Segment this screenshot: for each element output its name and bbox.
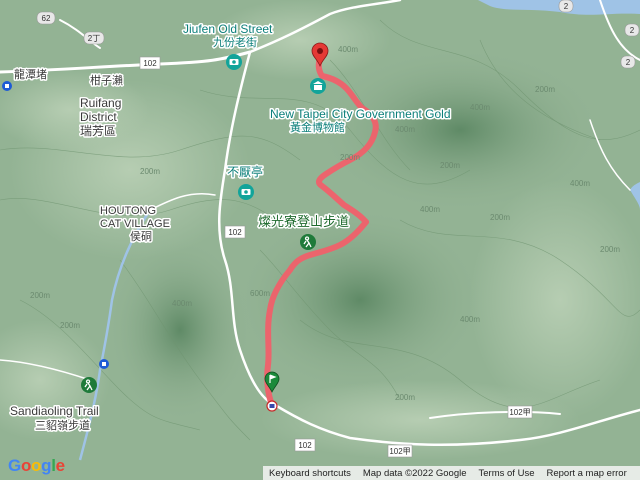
road-shield: 102甲: [507, 405, 533, 419]
map-canvas[interactable]: 62 2丁 102 102 102 102甲 102甲 2 2 2 400m 2…: [0, 0, 640, 480]
road-shield: 102: [224, 225, 246, 239]
place-label-museum-zh[interactable]: 黃金博物館: [289, 119, 347, 136]
road-shield: 2: [624, 23, 640, 37]
road-number: 102: [298, 441, 312, 450]
place-label-ganzilai[interactable]: 柑子瀨: [89, 72, 125, 89]
road-number: 2丁: [88, 34, 100, 43]
place-label-houtong[interactable]: HOUTONG: [99, 204, 158, 219]
road-shield: 2: [558, 0, 574, 13]
place-label-ruifang-zh[interactable]: 瑞芳區: [79, 123, 118, 140]
contour-label: 400m: [570, 179, 590, 188]
road-shield: 2丁: [83, 31, 105, 45]
place-label-ruifang-district[interactable]: District: [79, 109, 119, 126]
place-label-sandiaoling[interactable]: Sandiaoling Trail: [9, 403, 101, 420]
camera-icon[interactable]: [238, 184, 254, 200]
place-label-jiufen-zh[interactable]: 九份老街: [212, 34, 259, 51]
road-shield: 102甲: [387, 444, 413, 458]
road-number: 102: [228, 228, 242, 237]
camera-icon[interactable]: [226, 54, 242, 70]
contour-label: 200m: [395, 393, 415, 402]
road-number: 2: [626, 58, 631, 67]
road-shield: 62: [36, 11, 56, 25]
road-shield: 102: [139, 56, 161, 70]
contour-label: 400m: [420, 205, 440, 214]
place-label-ruifang[interactable]: Ruifang: [79, 95, 123, 112]
road-shield: 102: [294, 438, 316, 452]
place-label-longtandu[interactable]: 龍潭堵: [13, 66, 49, 83]
hiker-icon[interactable]: [300, 234, 316, 250]
place-label-houtong-village[interactable]: CAT VILLAGE: [99, 217, 172, 232]
contour-label: 200m: [535, 85, 555, 94]
contour-label: 600m: [250, 289, 270, 298]
map-data-attribution: Map data ©2022 Google: [362, 467, 467, 479]
keyboard-shortcuts-link[interactable]: Keyboard shortcuts: [263, 468, 357, 479]
terms-link[interactable]: Terms of Use: [473, 468, 541, 479]
contour-label: 200m: [140, 167, 160, 176]
logo-letter: G: [8, 456, 21, 475]
place-label-buyanting[interactable]: 不厭亭: [226, 163, 265, 181]
logo-letter: g: [41, 456, 52, 475]
contour-label: 200m: [490, 213, 510, 222]
contour-label: 400m: [470, 103, 490, 112]
contour-label: 400m: [172, 299, 192, 308]
google-logo: Google: [8, 456, 65, 476]
contour-label: 400m: [338, 45, 358, 54]
place-label-jiufen[interactable]: Jiufen Old Street: [182, 21, 275, 38]
contour-label: 200m: [440, 161, 460, 170]
report-error-link[interactable]: Report a map error: [540, 468, 632, 479]
road-number: 2: [630, 26, 635, 35]
place-label-sandiaoling-zh[interactable]: 三貂嶺步道: [34, 417, 92, 434]
hiker-icon[interactable]: [81, 377, 97, 393]
contour-label: 200m: [600, 245, 620, 254]
contour-label: 200m: [340, 153, 360, 162]
road-shield: 2: [620, 55, 636, 69]
road-number: 62: [42, 14, 51, 23]
place-label-houtong-zh[interactable]: 侯硐: [129, 228, 154, 245]
place-label-canguangliao[interactable]: 燦光寮登山步道: [257, 213, 351, 231]
contour-label: 400m: [395, 125, 415, 134]
train-station-icon[interactable]: [266, 400, 278, 412]
road-number: 102甲: [389, 447, 410, 456]
contour-label: 200m: [30, 291, 50, 300]
road-number: 102: [143, 59, 157, 68]
place-label-museum[interactable]: New Taipei City Government Gold: [269, 106, 453, 123]
map-footer: Keyboard shortcuts Map data ©2022 Google…: [263, 466, 640, 480]
logo-letter: e: [55, 456, 65, 475]
contour-label: 400m: [460, 315, 480, 324]
road-number: 102甲: [509, 408, 530, 417]
logo-letter: o: [20, 456, 32, 475]
logo-letter: o: [31, 456, 42, 475]
train-station-icon[interactable]: [99, 359, 109, 369]
train-station-icon[interactable]: [2, 81, 12, 91]
road-number: 2: [564, 2, 569, 11]
contour-label: 200m: [60, 321, 80, 330]
museum-icon[interactable]: [310, 78, 326, 94]
